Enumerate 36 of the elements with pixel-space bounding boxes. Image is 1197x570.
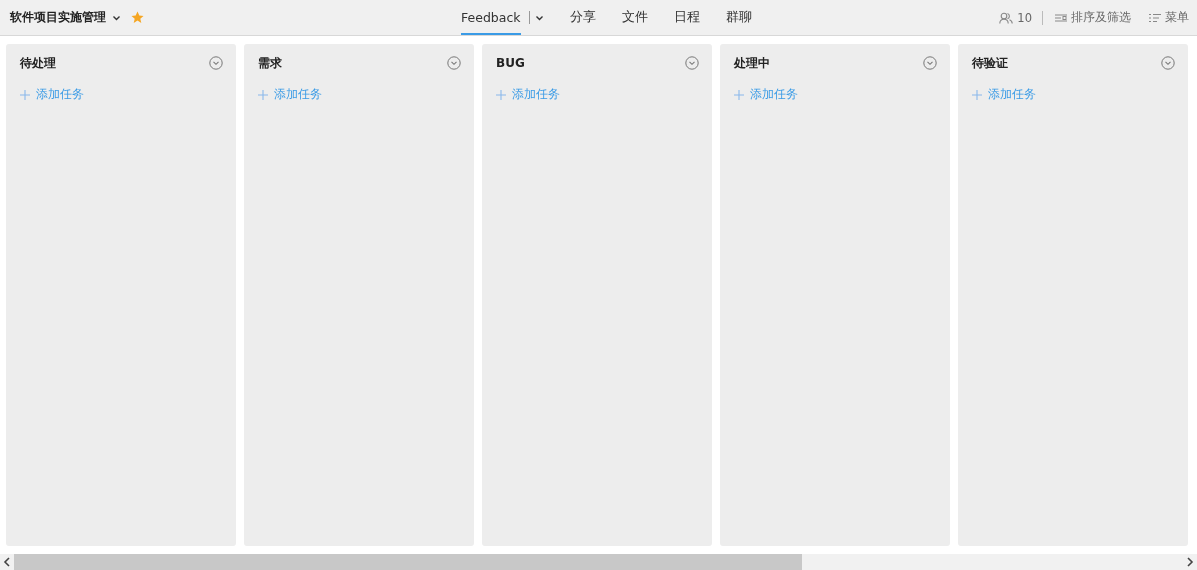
caret-icon[interactable] [534,13,544,22]
menu-button[interactable]: 菜单 [1149,10,1189,25]
members-button[interactable]: 10 [999,10,1032,25]
menu-label: 菜单 [1165,10,1189,25]
caret-icon[interactable] [112,13,121,22]
chevron-circle-icon[interactable] [209,56,223,70]
member-count: 10 [1017,10,1032,25]
column-title: 待处理 [20,55,56,72]
menu-icon [1149,12,1161,23]
tab[interactable]: 文件 [621,0,648,35]
column-title: BUG [496,55,525,72]
chevron-circle-icon[interactable] [447,56,461,70]
plus-icon [496,89,506,100]
plus-icon [972,89,982,100]
column-title: 处理中 [734,55,770,72]
sort-filter-label: 排序及筛选 [1071,10,1131,25]
plus-icon [20,89,30,100]
plus-icon [258,89,268,100]
chevron-circle-icon[interactable] [685,56,699,70]
filter-icon [1055,12,1067,23]
tab[interactable]: 分享 [569,0,596,35]
tab[interactable]: 群聊 [725,0,752,35]
scrollbar-thumb[interactable] [14,554,802,570]
star-icon[interactable] [131,11,144,24]
column-title: 需求 [258,55,282,72]
tab[interactable]: 日程 [673,0,700,35]
scroll-left-icon[interactable] [3,557,11,567]
column-title: 待验证 [972,55,1008,72]
tab[interactable]: Feedback [461,0,521,35]
chevron-circle-icon[interactable] [1161,56,1175,70]
chevron-circle-icon[interactable] [923,56,937,70]
sort-filter-button[interactable]: 排序及筛选 [1055,10,1131,25]
scroll-right-icon[interactable] [1186,557,1194,567]
plus-icon [734,89,744,100]
people-icon [999,11,1014,24]
project-title[interactable]: 软件项目实施管理 [10,9,106,26]
